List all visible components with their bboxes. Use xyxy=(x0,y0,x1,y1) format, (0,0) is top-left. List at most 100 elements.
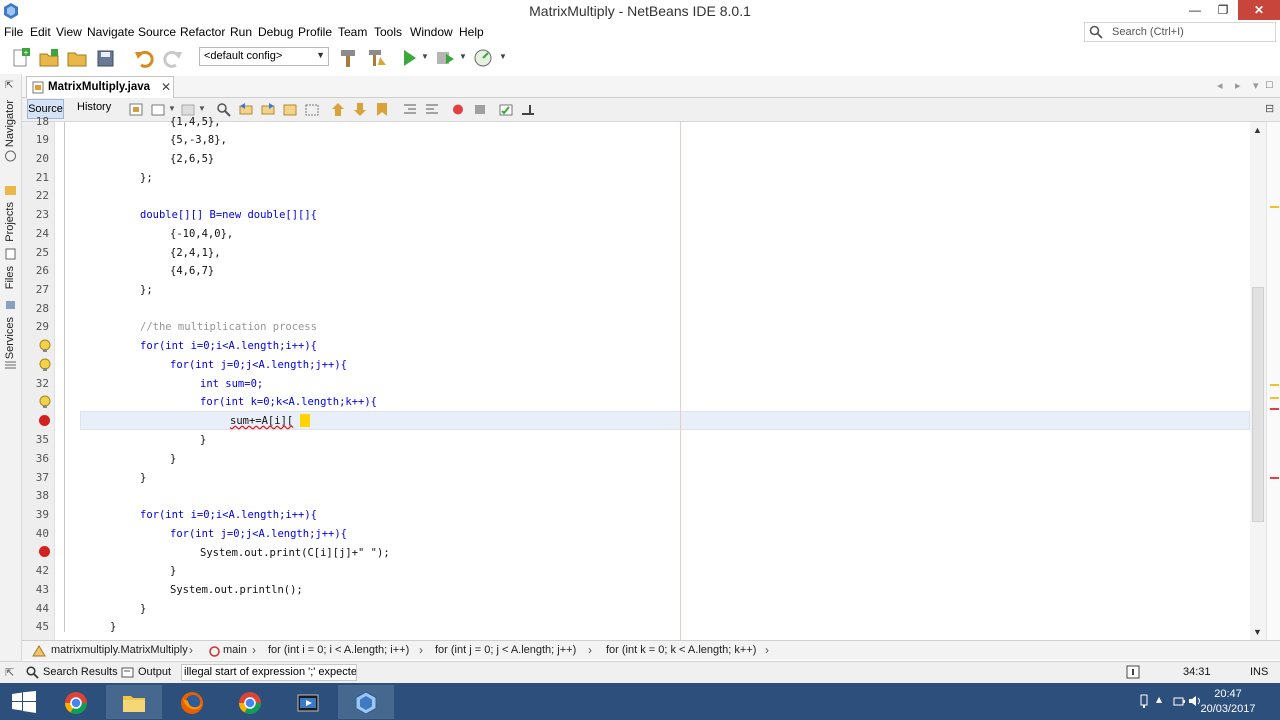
forward-dropdown-icon[interactable]: ▼ xyxy=(198,104,206,113)
editor-vertical-scrollbar[interactable]: ▲ ▼ xyxy=(1250,122,1266,640)
navigator-panel-tab[interactable]: Navigator xyxy=(4,100,16,147)
error-stripe-mark[interactable] xyxy=(1270,408,1279,410)
taskbar-chrome[interactable] xyxy=(48,685,104,719)
hint-bulb-icon[interactable] xyxy=(38,395,52,409)
minimize-button[interactable]: — xyxy=(1180,0,1210,20)
warning-stripe-mark[interactable] xyxy=(1270,206,1279,208)
menu-navigate[interactable]: Navigate xyxy=(87,25,134,39)
battery-icon[interactable] xyxy=(1172,694,1186,708)
error-stripe-mark[interactable] xyxy=(1270,477,1279,479)
run-dropdown-icon[interactable]: ▼ xyxy=(421,52,429,61)
last-edit-icon[interactable] xyxy=(128,102,144,117)
find-selection-icon[interactable] xyxy=(216,102,232,117)
maximize-button[interactable]: ❐ xyxy=(1210,0,1236,20)
error-marker-icon[interactable] xyxy=(39,546,50,557)
close-window-button[interactable]: ✕ xyxy=(1238,0,1280,20)
toggle-highlight-icon[interactable] xyxy=(282,102,298,117)
expand-tray-icon[interactable]: ▴ xyxy=(1156,692,1170,706)
notifications-icon[interactable] xyxy=(1126,665,1140,679)
minimize-panel-icon[interactable]: ⇱ xyxy=(5,80,13,91)
previous-bookmark-icon[interactable] xyxy=(330,102,346,117)
new-project-icon[interactable] xyxy=(38,47,60,69)
run-project-icon[interactable] xyxy=(398,47,420,69)
breadcrumb-loop-j[interactable]: for (int j = 0; j < A.length; j++) xyxy=(435,644,576,656)
shift-left-icon[interactable] xyxy=(402,102,418,117)
clean-build-icon[interactable] xyxy=(366,47,388,69)
save-all-icon[interactable] xyxy=(95,47,117,69)
hint-bulb-icon[interactable] xyxy=(38,339,52,353)
comment-icon[interactable] xyxy=(498,102,514,117)
menu-refactor[interactable]: Refactor xyxy=(180,25,225,39)
redo-icon[interactable] xyxy=(162,47,184,69)
scroll-up-icon[interactable]: ▲ xyxy=(1253,125,1262,135)
tab-matrixmultiply-java[interactable]: MatrixMultiply.java ✕ xyxy=(26,76,174,98)
menu-tools[interactable]: Tools xyxy=(374,25,402,39)
hint-bulb-icon[interactable] xyxy=(38,358,52,372)
stop-macro-recording-icon[interactable] xyxy=(472,102,488,117)
menu-edit[interactable]: Edit xyxy=(30,25,51,39)
error-marker-icon[interactable] xyxy=(39,415,50,426)
network-icon[interactable] xyxy=(1137,694,1151,708)
new-file-icon[interactable]: + xyxy=(10,47,32,69)
find-previous-icon[interactable] xyxy=(238,102,254,117)
toggle-bookmark-icon[interactable] xyxy=(374,102,390,117)
back-icon[interactable] xyxy=(150,102,166,117)
menu-run[interactable]: Run xyxy=(230,25,252,39)
menu-file[interactable]: File xyxy=(4,25,23,39)
find-next-icon[interactable] xyxy=(260,102,276,117)
taskbar-chrome-2[interactable] xyxy=(222,685,278,719)
config-select[interactable]: <default config> ▼ xyxy=(199,47,329,66)
projects-panel-tab[interactable]: Projects xyxy=(4,202,16,242)
next-bookmark-icon[interactable] xyxy=(352,102,368,117)
breadcrumb-method[interactable]: main xyxy=(223,644,247,656)
menu-team[interactable]: Team xyxy=(338,25,367,39)
profile-project-icon[interactable] xyxy=(472,47,494,69)
search-input[interactable]: Search (Ctrl+I) xyxy=(1084,22,1276,42)
close-tab-icon[interactable]: ✕ xyxy=(161,80,171,94)
breadcrumb-loop-i[interactable]: for (int i = 0; i < A.length; i++) xyxy=(268,644,409,656)
toggle-rect-selection-icon[interactable] xyxy=(304,102,320,117)
taskbar-video-editor[interactable] xyxy=(280,685,336,719)
open-project-icon[interactable] xyxy=(66,47,88,69)
undo-icon[interactable] xyxy=(133,47,155,69)
maximize-editor-icon[interactable]: □ xyxy=(1266,79,1273,91)
menu-source[interactable]: Source xyxy=(138,25,176,39)
scroll-tabs-left-icon[interactable]: ◂ xyxy=(1217,79,1223,92)
scroll-tabs-right-icon[interactable]: ▸ xyxy=(1235,79,1241,92)
history-view-button[interactable]: History xyxy=(77,101,111,113)
breadcrumb-separator-icon: › xyxy=(765,643,769,657)
warning-stripe-mark[interactable] xyxy=(1270,397,1279,399)
uncomment-icon[interactable] xyxy=(520,102,536,117)
menu-window[interactable]: Window xyxy=(410,25,453,39)
profile-dropdown-icon[interactable]: ▼ xyxy=(499,52,507,61)
scrollbar-thumb[interactable] xyxy=(1252,287,1264,522)
output-tab[interactable]: Output xyxy=(138,666,171,678)
services-panel-tab[interactable]: Services xyxy=(4,317,16,359)
menu-view[interactable]: View xyxy=(56,25,82,39)
debug-dropdown-icon[interactable]: ▼ xyxy=(459,52,467,61)
back-dropdown-icon[interactable]: ▼ xyxy=(168,104,176,113)
system-clock[interactable]: 20:47 20/03/2017 xyxy=(1198,687,1258,717)
files-panel-tab[interactable]: Files xyxy=(4,266,16,289)
menu-debug[interactable]: Debug xyxy=(258,25,293,39)
warning-stripe-mark[interactable] xyxy=(1270,384,1279,386)
menu-help[interactable]: Help xyxy=(459,25,484,39)
search-results-tab[interactable]: Search Results xyxy=(43,666,118,678)
start-macro-recording-icon[interactable] xyxy=(450,102,466,117)
build-hammer-icon[interactable] xyxy=(337,47,359,69)
show-opened-documents-icon[interactable]: ▾ xyxy=(1253,79,1259,92)
scroll-down-icon[interactable]: ▼ xyxy=(1253,627,1262,637)
forward-icon[interactable] xyxy=(180,102,196,117)
debug-project-icon[interactable] xyxy=(434,47,456,69)
taskbar-firefox[interactable] xyxy=(164,685,220,719)
breadcrumb-class[interactable]: matrixmultiply.MatrixMultiply xyxy=(51,644,188,656)
shift-right-icon[interactable] xyxy=(424,102,440,117)
breadcrumb-loop-k[interactable]: for (int k = 0; k < A.length; k++) xyxy=(606,644,756,656)
minimize-output-icon[interactable]: ⇱ xyxy=(5,666,14,679)
menu-profile[interactable]: Profile xyxy=(298,25,332,39)
windows-start-icon[interactable] xyxy=(12,691,36,713)
taskbar-netbeans[interactable] xyxy=(338,685,394,719)
split-editor-icon[interactable]: ⊟ xyxy=(1265,102,1274,115)
breadcrumb-separator-icon: › xyxy=(588,643,592,657)
taskbar-file-explorer[interactable] xyxy=(106,685,162,719)
